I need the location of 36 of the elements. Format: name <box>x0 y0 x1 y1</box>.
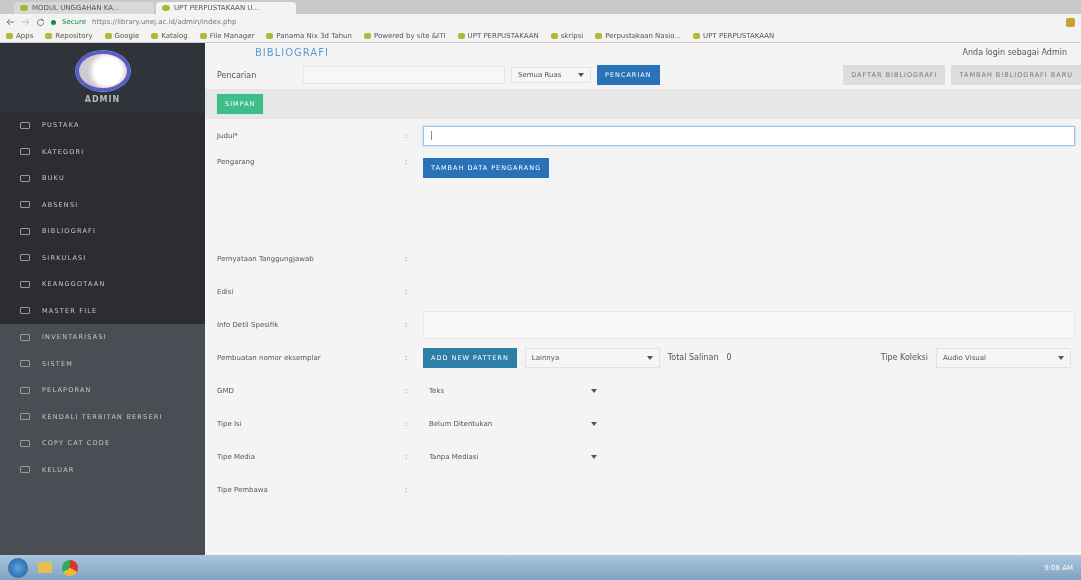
menu-item-icon <box>20 333 30 341</box>
menu-item-icon <box>20 307 30 315</box>
menu-item-icon <box>20 386 30 394</box>
avatar-icon <box>75 51 130 91</box>
input-field[interactable]: | <box>423 125 1075 146</box>
extension-icon[interactable] <box>1066 17 1075 27</box>
caret-icon <box>646 355 653 360</box>
caret-icon <box>578 73 584 77</box>
secure-icon <box>51 19 56 25</box>
caret-icon <box>591 454 597 459</box>
browser-icon[interactable] <box>62 559 78 576</box>
page-title: BIBLIOGRAFI <box>255 46 329 58</box>
menu-item-icon <box>20 148 30 156</box>
caret-icon <box>1058 355 1064 360</box>
menu-item-icon <box>20 254 30 262</box>
reload-icon[interactable] <box>36 17 45 27</box>
collection-type-label: Tipe Koleksi <box>880 353 928 362</box>
menu-item-icon <box>20 174 30 182</box>
menu-item-icon <box>20 439 30 447</box>
caret-icon <box>591 421 597 426</box>
back-icon[interactable] <box>6 18 15 26</box>
menu-item-icon <box>20 201 30 209</box>
user-name: ADMIN <box>84 95 121 104</box>
caret-icon <box>591 388 597 393</box>
menu-item-icon <box>20 227 30 235</box>
forward-icon[interactable] <box>21 18 30 26</box>
start-icon[interactable] <box>8 557 28 578</box>
menu-item-icon <box>20 121 30 129</box>
menu-item-icon <box>20 413 30 421</box>
total-copies-value: 0 <box>726 353 732 362</box>
menu-item-icon <box>20 280 30 288</box>
search-label: Pencarian <box>217 70 258 80</box>
menu-item-icon <box>20 466 30 474</box>
total-copies-label: Total Salinan <box>667 353 719 362</box>
menu-item-icon <box>20 360 30 368</box>
login-info: Anda login sebagai Admin <box>962 47 1067 57</box>
